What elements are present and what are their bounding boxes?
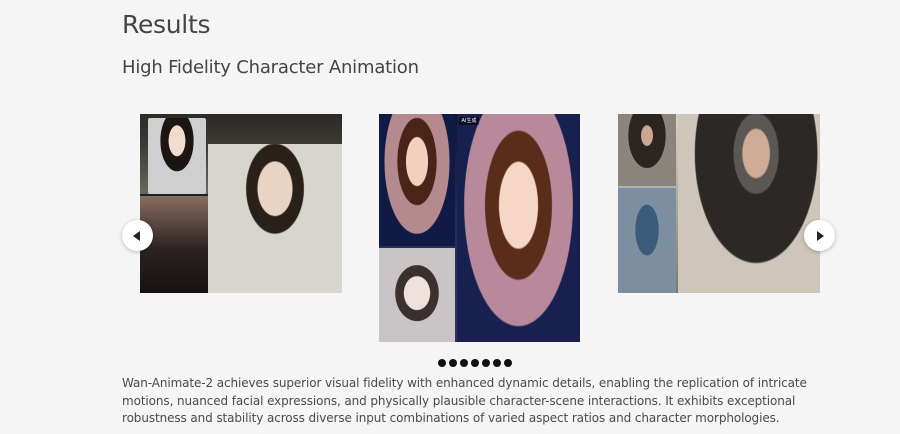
- pagination-dot-7[interactable]: [504, 359, 512, 367]
- results-page: Results High Fidelity Character Animatio…: [0, 0, 900, 434]
- carousel-slide-video-2[interactable]: AI生成: [379, 114, 580, 342]
- ai-generated-badge: AI生成: [459, 117, 479, 125]
- pagination-dot-2[interactable]: [449, 359, 457, 367]
- carousel-pagination: [438, 359, 512, 367]
- chevron-left-icon: [133, 230, 140, 241]
- carousel-slide-video-1[interactable]: [140, 114, 342, 293]
- generated-output-panel: [678, 114, 820, 293]
- subsection-title: High Fidelity Character Animation: [122, 57, 419, 78]
- animation-carousel: AI生成: [0, 110, 900, 370]
- generated-output-panel: [208, 144, 342, 293]
- carousel-slide-video-3[interactable]: [618, 114, 820, 293]
- results-description: Wan-Animate-2 achieves superior visual f…: [122, 376, 807, 425]
- reference-character-image: [379, 114, 455, 246]
- driving-video-panel: [379, 248, 455, 342]
- carousel-next-button[interactable]: [804, 220, 835, 251]
- pagination-dot-4[interactable]: [471, 359, 479, 367]
- section-title: Results: [122, 10, 211, 39]
- chevron-right-icon: [817, 230, 824, 241]
- pagination-dot-3[interactable]: [460, 359, 468, 367]
- driving-video-panel: [618, 188, 676, 293]
- reference-character-image: [148, 118, 206, 194]
- pagination-dot-6[interactable]: [493, 359, 501, 367]
- pagination-dot-5[interactable]: [482, 359, 490, 367]
- driving-video-panel: [140, 196, 208, 293]
- pagination-dot-1[interactable]: [438, 359, 446, 367]
- reference-character-image: [618, 114, 676, 186]
- generated-output-panel: [457, 114, 580, 342]
- carousel-prev-button[interactable]: [122, 220, 153, 251]
